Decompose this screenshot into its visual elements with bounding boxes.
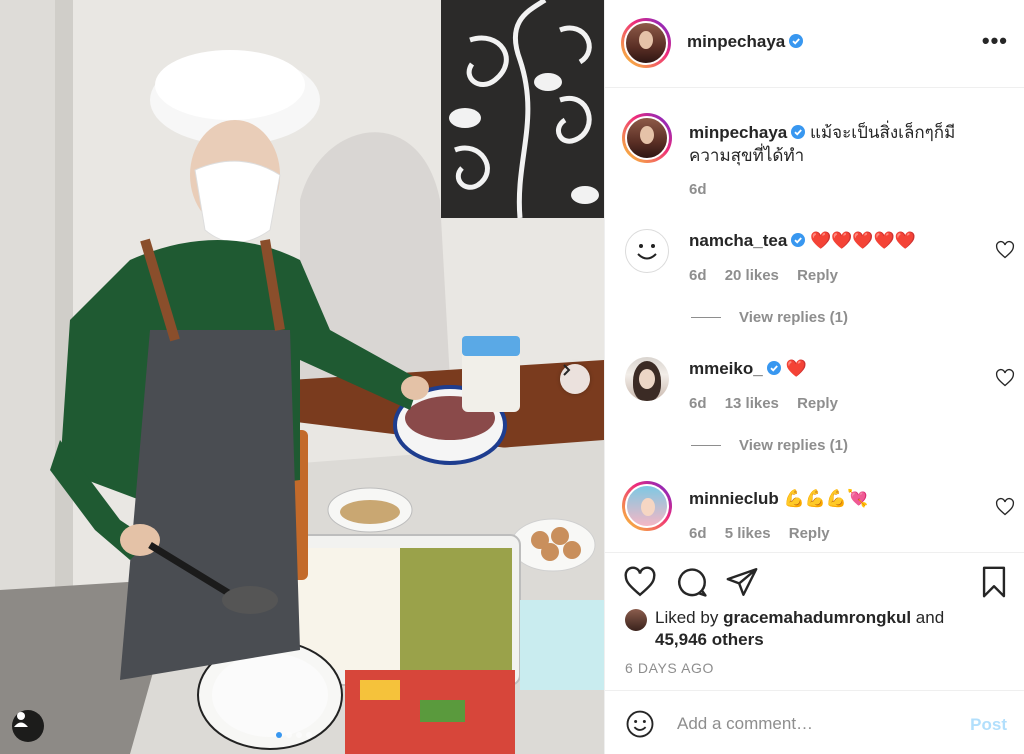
commenter-username[interactable]: namcha_tea — [689, 231, 806, 250]
commenter-username-text[interactable]: minnieclub — [689, 489, 779, 508]
bookmark-icon[interactable] — [977, 565, 1011, 599]
more-horizontal-icon[interactable]: ••• — [982, 30, 1008, 52]
view-replies-label[interactable]: View replies (1) — [739, 437, 848, 454]
comment-meta: 6d 20 likes Reply — [689, 267, 852, 284]
comments-list[interactable]: minpechaya แม้จะเป็นสิ่งเล็กๆก็มีความสุข… — [605, 89, 1024, 552]
comment-like-heart-icon[interactable] — [995, 368, 1015, 388]
liker-avatar[interactable] — [625, 609, 647, 631]
comment-text: ❤️❤️❤️❤️❤️ — [810, 231, 916, 250]
liked-by-others[interactable]: 45,946 others — [655, 630, 764, 649]
comment-text: ❤️ — [785, 359, 807, 378]
emoji-icon[interactable] — [625, 709, 655, 739]
view-replies-button[interactable]: View replies (1) — [691, 309, 848, 326]
reply-button[interactable]: Reply — [797, 395, 838, 412]
comment-likes[interactable]: 13 likes — [725, 395, 779, 412]
commenter-username[interactable]: minnieclub — [689, 489, 779, 508]
comment-text: 💪💪💪💘 — [783, 489, 869, 508]
comment-meta: 6d 5 likes Reply — [689, 525, 844, 542]
carousel-dot-active — [276, 732, 282, 738]
verified-badge-icon — [766, 361, 781, 375]
liked-by-text: Liked by gracemahadumrongkul and 45,946 … — [655, 607, 944, 651]
carousel-dot — [306, 732, 312, 738]
post-comment-button[interactable]: Post — [970, 715, 1007, 735]
comment-age: 6d — [689, 525, 707, 542]
verified-badge-icon — [791, 125, 806, 139]
comment-age: 6d — [689, 267, 707, 284]
comment-body: minnieclub 💪💪💪💘 — [689, 487, 985, 510]
comment-icon[interactable] — [675, 565, 709, 599]
chevron-right-icon — [563, 364, 571, 376]
carousel-indicator — [276, 732, 312, 738]
commenter-avatar[interactable] — [625, 229, 669, 273]
cooking-photo-illustration — [0, 0, 604, 754]
caption-age: 6d — [689, 181, 707, 198]
liked-by-row: Liked by gracemahadumrongkul and 45,946 … — [625, 607, 944, 651]
post-header: minpechaya ••• — [605, 0, 1024, 88]
caption-author-text[interactable]: minpechaya — [689, 123, 787, 142]
comment-likes[interactable]: 20 likes — [725, 267, 779, 284]
comment-body: namcha_tea ❤️❤️❤️❤️❤️ — [689, 229, 985, 252]
smiley-face-icon — [637, 244, 657, 260]
post-photo[interactable] — [0, 0, 604, 754]
share-icon[interactable] — [725, 565, 759, 599]
comment-meta: 6d 13 likes Reply — [689, 395, 852, 412]
comment-body: mmeiko_ ❤️ — [689, 357, 985, 380]
liked-by-user[interactable]: gracemahadumrongkul — [723, 608, 911, 627]
verified-badge-icon — [789, 34, 804, 48]
liked-by-and: and — [915, 608, 945, 627]
commenter-username-text[interactable]: namcha_tea — [689, 231, 787, 250]
post-details-panel: minpechaya ••• minpechaya แม้จะเป็นสิ่งเ… — [604, 0, 1024, 754]
commenter-avatar[interactable] — [622, 481, 672, 531]
carousel-dot — [296, 732, 302, 738]
next-photo-button[interactable] — [560, 364, 590, 394]
comment-input[interactable] — [677, 709, 947, 739]
author-username[interactable]: minpechaya — [687, 32, 804, 52]
caption-meta: 6d — [689, 181, 721, 198]
reply-button[interactable]: Reply — [789, 525, 830, 542]
comment-like-heart-icon[interactable] — [995, 240, 1015, 260]
view-replies-label[interactable]: View replies (1) — [739, 309, 848, 326]
caption-author-username[interactable]: minpechaya — [689, 123, 806, 142]
view-replies-button[interactable]: View replies (1) — [691, 437, 848, 454]
post-actions: Liked by gracemahadumrongkul and 45,946 … — [605, 552, 1024, 690]
heart-icon[interactable] — [623, 565, 657, 599]
caption-author-avatar[interactable] — [622, 113, 672, 163]
tagged-users-button[interactable] — [12, 710, 44, 742]
user-tag-icon — [14, 712, 28, 727]
comment-like-heart-icon[interactable] — [995, 497, 1015, 517]
verified-badge-icon — [791, 233, 806, 247]
comment-likes[interactable]: 5 likes — [725, 525, 771, 542]
caption-body: minpechaya แม้จะเป็นสิ่งเล็กๆก็มีความสุข… — [689, 121, 985, 167]
comment-age: 6d — [689, 395, 707, 412]
liked-by-prefix: Liked by — [655, 608, 719, 627]
commenter-avatar[interactable] — [625, 357, 669, 401]
reply-button[interactable]: Reply — [797, 267, 838, 284]
carousel-dot — [286, 732, 292, 738]
post-timestamp[interactable]: 6 DAYS AGO — [625, 660, 714, 676]
author-username-text[interactable]: minpechaya — [687, 32, 785, 51]
author-avatar[interactable] — [621, 18, 671, 68]
add-comment-bar: Post — [605, 690, 1024, 754]
commenter-username[interactable]: mmeiko_ — [689, 359, 781, 378]
replies-divider — [691, 317, 721, 318]
commenter-username-text[interactable]: mmeiko_ — [689, 359, 763, 378]
replies-divider — [691, 445, 721, 446]
